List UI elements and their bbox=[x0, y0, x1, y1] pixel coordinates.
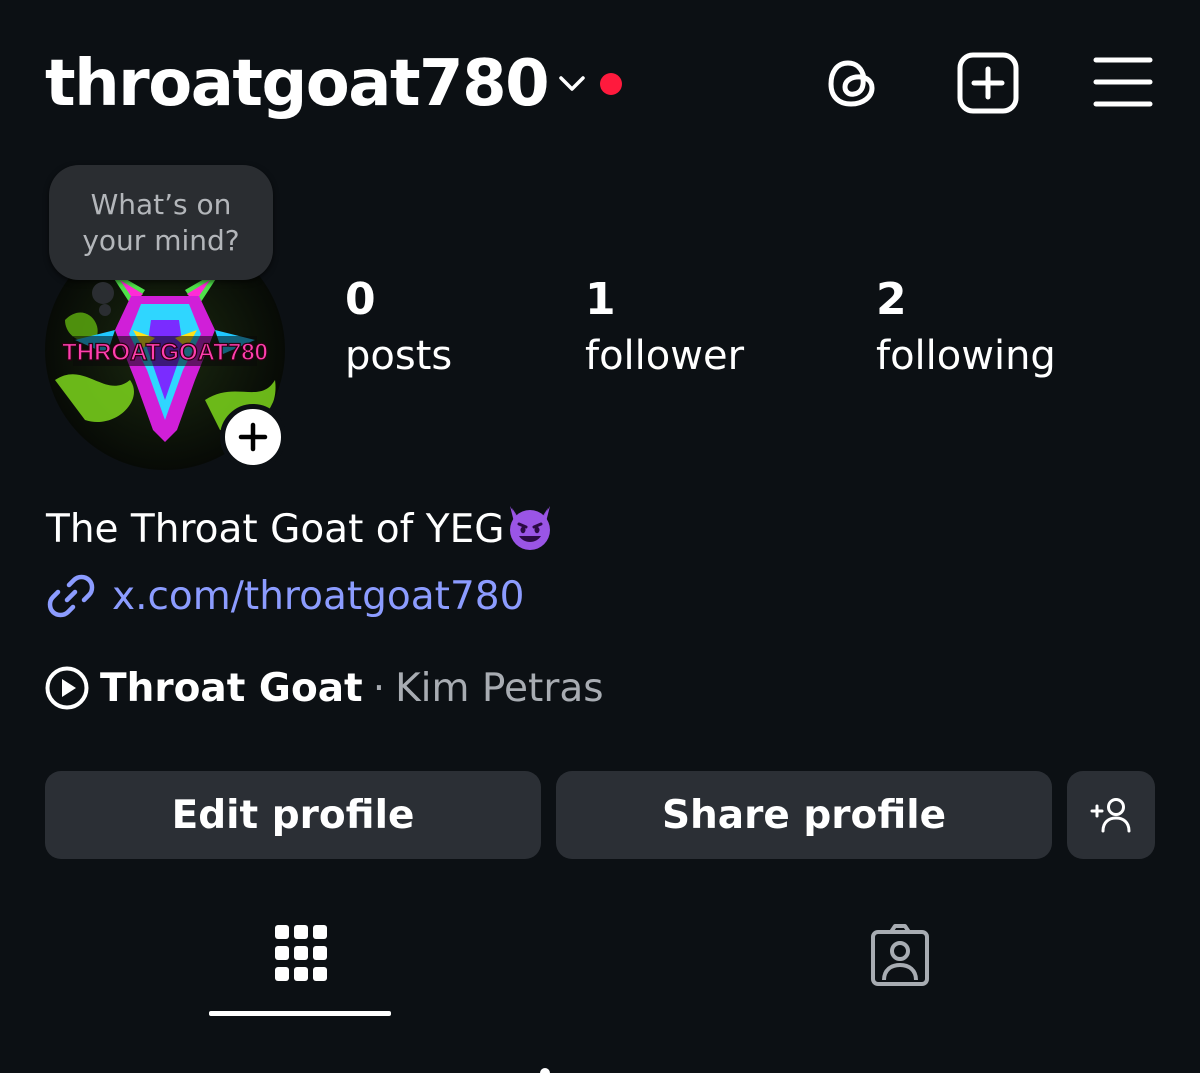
note-placeholder-line2: your mind? bbox=[82, 224, 240, 257]
posts-label: posts bbox=[345, 333, 453, 379]
posts-count: 0 bbox=[345, 274, 376, 325]
profile-music[interactable]: Throat Goat · Kim Petras bbox=[44, 662, 604, 714]
following-label: following bbox=[876, 333, 1056, 379]
scroll-handle bbox=[540, 1068, 550, 1073]
stat-followers[interactable]: 1 follower bbox=[585, 272, 744, 384]
profile-username[interactable]: throatgoat780 bbox=[45, 44, 550, 124]
note-bubble[interactable]: What’s on your mind? bbox=[49, 165, 273, 280]
song-artist: Kim Petras bbox=[395, 665, 604, 711]
music-separator: · bbox=[372, 665, 386, 711]
tagged-icon[interactable] bbox=[869, 920, 931, 990]
active-tab-indicator bbox=[209, 1011, 391, 1016]
link-icon bbox=[47, 574, 95, 618]
edit-profile-button[interactable]: Edit profile bbox=[45, 771, 541, 859]
song-title: Throat Goat bbox=[100, 665, 363, 711]
note-tail bbox=[92, 282, 114, 304]
followers-count: 1 bbox=[585, 274, 616, 325]
stat-posts[interactable]: 0 posts bbox=[345, 272, 452, 384]
smiling-devil-emoji bbox=[510, 506, 551, 550]
threads-icon[interactable] bbox=[820, 50, 886, 116]
link-text[interactable]: x.com/throatgoat780 bbox=[112, 574, 524, 619]
bio: The Throat Goat of YEG bbox=[46, 500, 556, 555]
share-profile-button[interactable]: Share profile bbox=[556, 771, 1052, 859]
bio-text: The Throat Goat of YEG bbox=[46, 507, 505, 552]
menu-icon[interactable] bbox=[1090, 50, 1156, 116]
grid-icon[interactable] bbox=[270, 920, 332, 990]
note-placeholder-line1: What’s on bbox=[90, 188, 232, 221]
chevron-down-icon[interactable] bbox=[555, 70, 589, 96]
play-icon bbox=[45, 666, 89, 710]
logo-text: THROATGOAT780 bbox=[62, 339, 268, 366]
create-post-icon[interactable] bbox=[955, 50, 1021, 116]
plus-icon bbox=[238, 422, 268, 452]
add-person-icon bbox=[1090, 798, 1131, 833]
bio-link[interactable]: x.com/throatgoat780 bbox=[46, 570, 524, 622]
add-story-button[interactable] bbox=[220, 404, 286, 470]
following-count: 2 bbox=[876, 274, 907, 325]
notification-dot bbox=[600, 73, 622, 95]
add-person-button[interactable] bbox=[1067, 771, 1155, 859]
stat-following[interactable]: 2 following bbox=[876, 272, 1056, 384]
note-tail-small bbox=[99, 304, 111, 316]
followers-label: follower bbox=[585, 333, 745, 379]
